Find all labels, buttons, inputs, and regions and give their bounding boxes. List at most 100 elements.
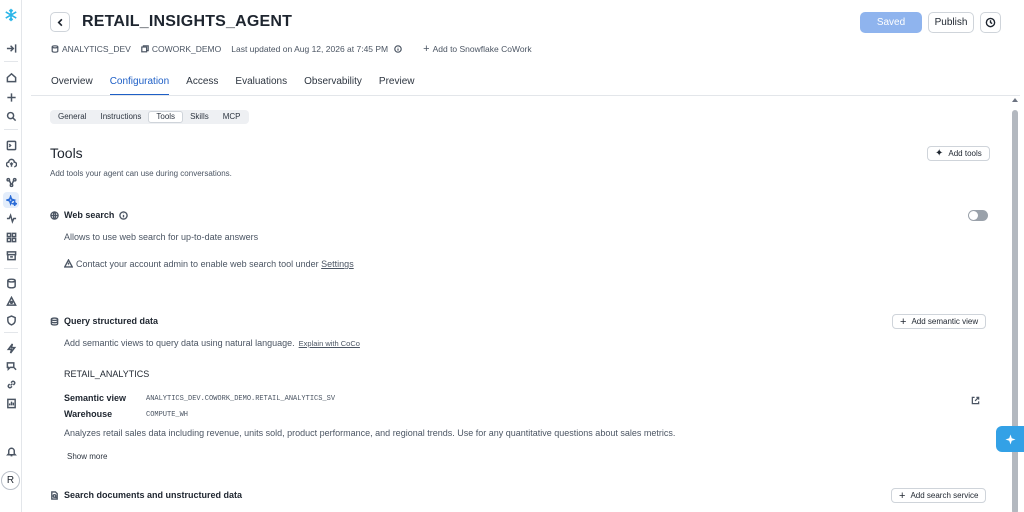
plus-icon: + (899, 489, 906, 502)
user-avatar[interactable]: R (1, 471, 20, 490)
subtab-instructions[interactable]: Instructions (93, 111, 148, 123)
web-search-title: Web search (64, 210, 115, 220)
subtab-general[interactable]: General (51, 111, 93, 123)
rail-divider (4, 61, 18, 62)
semantic-view-description: Analyzes retail sales data including rev… (64, 428, 676, 438)
plus-icon: + (423, 43, 430, 55)
unstructured-header: Search documents and unstructured data (50, 490, 242, 500)
tab-configuration[interactable]: Configuration (109, 76, 170, 96)
semantic-view-item-name: RETAIL_ANALYTICS (64, 369, 150, 379)
clock-icon (985, 17, 996, 28)
semantic-view-label: Semantic view (64, 393, 127, 403)
unstructured-title: Search documents and unstructured data (64, 490, 243, 500)
add-to-cowork-link[interactable]: + Add to Snowflake CoWork (423, 43, 532, 55)
database-icon[interactable] (3, 275, 19, 291)
show-more-button[interactable]: Show more (67, 452, 107, 461)
assistant-fab-button[interactable] (996, 426, 1024, 452)
explain-with-coco-link[interactable]: Explain with CoCo (299, 339, 360, 348)
config-subtabs: General Instructions Tools Skills MCP (50, 110, 249, 124)
toggle-knob (969, 211, 978, 220)
apps-grid-icon[interactable] (3, 229, 19, 245)
search-icon[interactable] (3, 108, 19, 124)
add-semantic-view-label: Add semantic view (911, 317, 979, 326)
page-title: RETAIL_INSIGHTS_AGENT (82, 13, 293, 30)
home-icon[interactable] (3, 69, 19, 85)
web-search-warning: Contact your account admin to enable web… (63, 258, 354, 269)
tab-access[interactable]: Access (186, 76, 218, 96)
schema-icon (141, 45, 149, 53)
tab-evaluations[interactable]: Evaluations (235, 76, 287, 96)
chevron-left-icon (57, 18, 62, 26)
notifications-bell-icon[interactable] (3, 443, 19, 459)
structured-header: Query structured data (50, 316, 158, 326)
info-icon[interactable] (119, 210, 129, 220)
sparkle-icon (1004, 433, 1016, 445)
expand-sidebar-icon[interactable] (3, 40, 19, 56)
open-external-icon[interactable] (971, 394, 981, 405)
schema-meta: COWORK_DEMO (141, 44, 221, 54)
data-graph-icon[interactable] (3, 174, 19, 190)
database-icon (51, 45, 59, 53)
terminal-icon[interactable] (3, 137, 19, 153)
shield-icon[interactable] (3, 312, 19, 328)
saved-button[interactable]: Saved (860, 12, 922, 33)
tabs-divider (31, 95, 1020, 96)
reports-icon[interactable] (3, 395, 19, 411)
tab-preview[interactable]: Preview (379, 76, 415, 96)
lightning-icon[interactable] (3, 340, 19, 356)
sparkle-icon: ✦ (935, 147, 944, 159)
add-tools-button[interactable]: ✦ Add tools (927, 146, 990, 161)
web-search-toggle[interactable] (968, 210, 988, 221)
globe-icon (50, 210, 59, 220)
add-to-cowork-label: Add to Snowflake CoWork (432, 44, 532, 54)
subtab-skills[interactable]: Skills (183, 111, 216, 123)
web-search-header: Web search (50, 210, 133, 220)
tools-title: Tools (50, 145, 83, 161)
info-icon[interactable] (394, 45, 402, 53)
structured-description-row: Add semantic views to query data using n… (64, 338, 360, 348)
add-search-service-label: Add search service (910, 491, 979, 500)
main-tabs: Overview Configuration Access Evaluation… (51, 76, 432, 96)
database-name: ANALYTICS_DEV (62, 44, 131, 54)
add-search-service-button[interactable]: + Add search service (891, 488, 987, 503)
back-button[interactable] (50, 12, 70, 32)
warehouse-value: COMPUTE_WH (146, 411, 189, 419)
document-search-icon (51, 490, 58, 500)
last-updated-text: Last updated on Aug 12, 2026 at 7:45 PM (231, 44, 389, 54)
ai-agents-icon[interactable] (3, 192, 19, 208)
cloud-upload-icon[interactable] (3, 155, 19, 171)
governance-icon[interactable] (3, 293, 19, 309)
main-panel: RETAIL_INSIGHTS_AGENT Saved Publish ANAL… (31, 0, 1020, 512)
subtab-mcp[interactable]: MCP (216, 111, 248, 123)
semantic-view-value: ANALYTICS_DEV.COWORK_DEMO.RETAIL_ANALYTI… (146, 395, 336, 403)
warning-text: Contact your account admin to enable web… (76, 259, 319, 269)
activity-icon[interactable] (3, 210, 19, 226)
structured-description: Add semantic views to query data using n… (64, 338, 295, 348)
publish-button[interactable]: Publish (928, 12, 974, 33)
plus-icon: + (900, 315, 907, 328)
tab-overview[interactable]: Overview (51, 76, 93, 96)
link-icon[interactable] (3, 376, 19, 392)
warehouse-label: Warehouse (64, 409, 113, 419)
version-history-button[interactable] (980, 12, 1001, 33)
rail-divider (4, 332, 18, 333)
rail-divider (4, 129, 18, 130)
scroll-up-arrow-icon[interactable] (1012, 98, 1018, 102)
subtab-tools[interactable]: Tools (148, 111, 184, 123)
marketplace-icon[interactable] (3, 247, 19, 263)
web-search-description: Allows to use web search for up-to-date … (64, 232, 259, 242)
warning-icon (63, 258, 74, 268)
add-tools-label: Add tools (948, 149, 982, 158)
tools-subtitle: Add tools your agent can use during conv… (50, 169, 232, 178)
schema-name: COWORK_DEMO (151, 44, 222, 54)
settings-link[interactable]: Settings (321, 259, 354, 269)
semantic-data-icon (50, 316, 59, 326)
left-nav-rail: R (0, 0, 22, 512)
plus-icon[interactable] (3, 89, 19, 105)
snowflake-logo-icon[interactable] (3, 7, 19, 23)
add-semantic-view-button[interactable]: + Add semantic view (892, 314, 987, 329)
rail-divider (4, 268, 18, 269)
chat-search-icon[interactable] (3, 358, 19, 374)
last-updated: Last updated on Aug 12, 2026 at 7:45 PM (231, 44, 405, 54)
tab-observability[interactable]: Observability (304, 76, 362, 96)
